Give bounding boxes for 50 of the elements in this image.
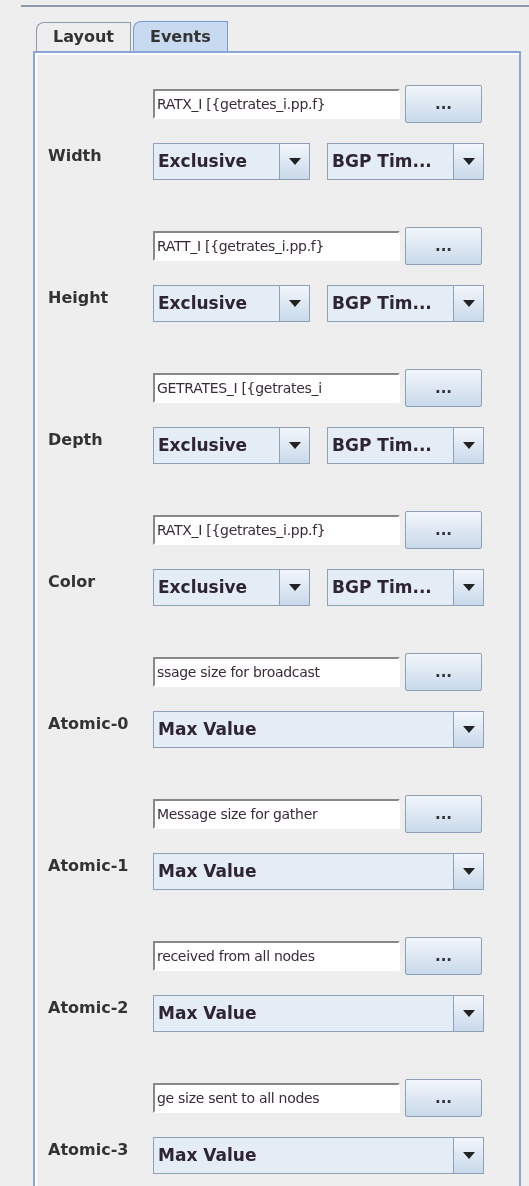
event-field[interactable]: RATX_I [{getrates_i.pp.f} bbox=[153, 515, 400, 545]
row-label: Depth bbox=[47, 429, 104, 451]
dropdown[interactable]: Max Value bbox=[153, 1137, 484, 1174]
dropdown[interactable]: BGP Tim... bbox=[327, 285, 484, 322]
caret-icon bbox=[288, 584, 301, 591]
caret-icon bbox=[462, 584, 475, 591]
dropdown[interactable]: BGP Tim... bbox=[327, 143, 484, 180]
browse-button[interactable]: ... bbox=[405, 937, 482, 975]
browse-button[interactable]: ... bbox=[405, 369, 482, 407]
caret-icon bbox=[288, 158, 301, 165]
caret-icon bbox=[462, 868, 475, 875]
event-field[interactable]: received from all nodes bbox=[153, 941, 400, 971]
tab[interactable]: Layout bbox=[36, 22, 131, 51]
caret-icon bbox=[462, 300, 475, 307]
row-label: Atomic-3 bbox=[47, 1139, 130, 1161]
caret-icon bbox=[462, 442, 475, 449]
browse-button[interactable]: ... bbox=[405, 1079, 482, 1117]
row-label: Atomic-1 bbox=[47, 855, 130, 877]
dropdown[interactable]: Max Value bbox=[153, 711, 484, 748]
event-field[interactable]: RATT_I [{getrates_i.pp.f} bbox=[153, 231, 400, 261]
caret-icon bbox=[462, 1010, 475, 1017]
row-label: Atomic-2 bbox=[47, 997, 130, 1019]
event-field[interactable]: GETRATES_I [{getrates_i bbox=[153, 373, 400, 403]
event-field[interactable]: ssage size for broadcast bbox=[153, 657, 400, 687]
row-label: Width bbox=[47, 145, 103, 167]
caret-icon bbox=[462, 158, 475, 165]
browse-button[interactable]: ... bbox=[405, 85, 482, 123]
row-label: Atomic-0 bbox=[47, 713, 130, 735]
browse-button[interactable]: ... bbox=[405, 511, 482, 549]
browse-button[interactable]: ... bbox=[405, 227, 482, 265]
tab[interactable]: Events bbox=[132, 21, 228, 51]
dropdown[interactable]: Max Value bbox=[153, 995, 484, 1032]
browse-button[interactable]: ... bbox=[405, 653, 482, 691]
event-field[interactable]: Message size for gather bbox=[153, 799, 400, 829]
event-field[interactable]: ge size sent to all nodes bbox=[153, 1083, 400, 1113]
caret-icon bbox=[462, 1152, 475, 1159]
dropdown[interactable]: Exclusive bbox=[153, 427, 310, 464]
dropdown[interactable]: Exclusive bbox=[153, 143, 310, 180]
caret-icon bbox=[288, 300, 301, 307]
caret-icon bbox=[288, 442, 301, 449]
row-label: Height bbox=[47, 287, 110, 309]
dropdown[interactable]: BGP Tim... bbox=[327, 427, 484, 464]
event-field[interactable]: RATX_I [{getrates_i.pp.f} bbox=[153, 89, 400, 119]
dropdown[interactable]: Exclusive bbox=[153, 285, 310, 322]
browse-button[interactable]: ... bbox=[405, 795, 482, 833]
dropdown[interactable]: Max Value bbox=[153, 853, 484, 890]
dropdown[interactable]: BGP Tim... bbox=[327, 569, 484, 606]
dropdown[interactable]: Exclusive bbox=[153, 569, 310, 606]
row-label: Color bbox=[47, 571, 97, 593]
caret-icon bbox=[462, 726, 475, 733]
